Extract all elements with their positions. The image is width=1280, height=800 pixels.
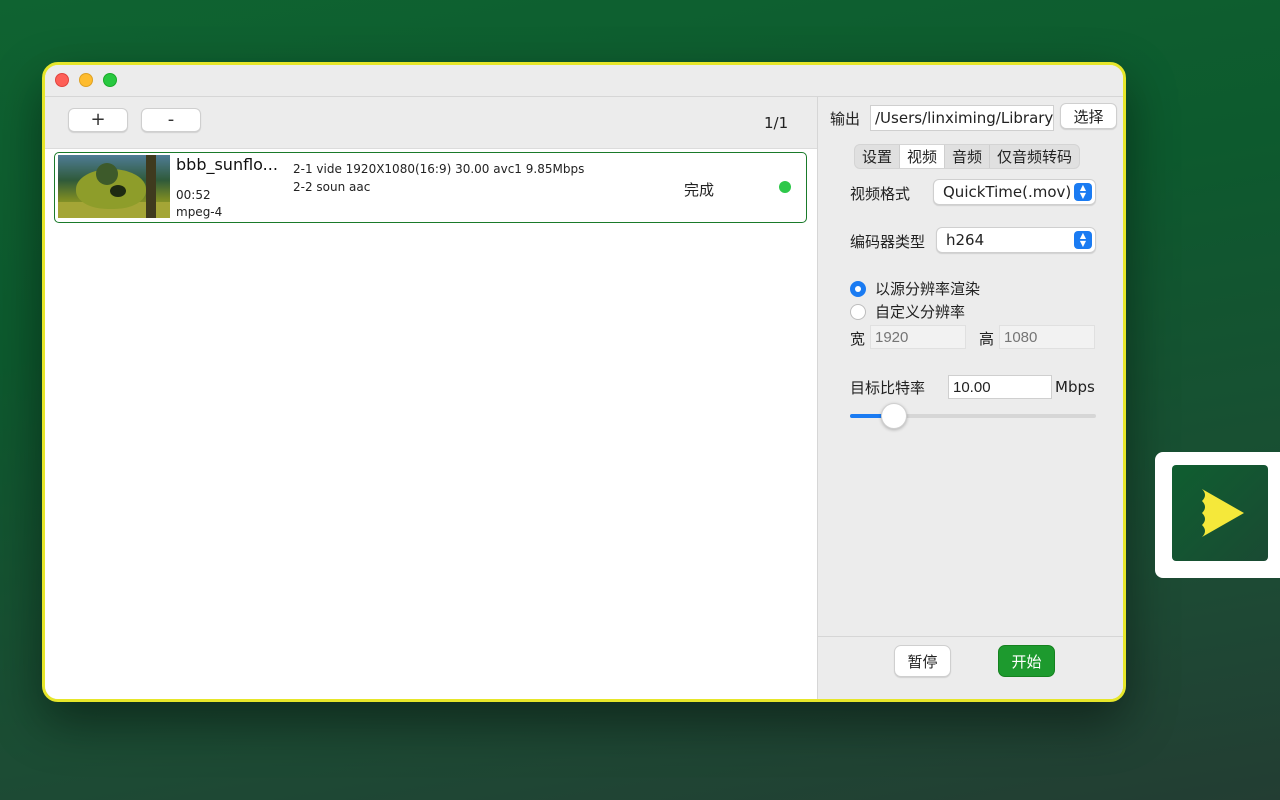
radio-source-resolution[interactable]: 以源分辨率渲染 <box>850 278 980 299</box>
video-thumbnail <box>58 155 170 218</box>
file-name: bbb_sunflo... <box>176 155 278 174</box>
width-label: 宽 <box>850 330 866 348</box>
video-format-select[interactable]: QuickTime(.mov) ▲ ▼ <box>933 179 1096 205</box>
tab-video[interactable]: 视频 <box>900 145 946 168</box>
pause-button[interactable]: 暂停 <box>894 645 951 677</box>
bitrate-unit: Mbps <box>1055 378 1095 396</box>
encoder-type-label: 编码器类型 <box>850 233 926 251</box>
close-window-button[interactable] <box>55 73 69 87</box>
output-path-field[interactable]: /Users/linximing/Library/C <box>870 105 1054 131</box>
choose-output-button[interactable]: 选择 <box>1060 103 1117 129</box>
app-icon[interactable] <box>1172 465 1268 561</box>
file-status: 完成 <box>684 181 715 199</box>
play-icon <box>1202 489 1244 537</box>
radio-button-selected[interactable] <box>850 280 866 297</box>
settings-pane: 输出 /Users/linximing/Library/C 选择 设置 视频 音… <box>817 97 1123 699</box>
zoom-window-button[interactable] <box>103 73 117 87</box>
tab-audio[interactable]: 音频 <box>945 145 991 168</box>
target-bitrate-label: 目标比特率 <box>850 379 926 397</box>
radio-custom-resolution[interactable]: 自定义分辨率 <box>850 301 965 322</box>
height-input[interactable] <box>999 325 1095 349</box>
stream-info-audio: 2-2 soun aac <box>293 180 371 194</box>
remove-file-button[interactable]: - <box>141 108 201 132</box>
file-list-pane: + - 1/1 bbb_sunflo... 00:52 mpeg-4 2-1 v… <box>45 97 817 699</box>
chevron-updown-icon: ▲ ▼ <box>1074 183 1092 201</box>
status-indicator-dot <box>779 181 791 193</box>
minimize-window-button[interactable] <box>79 73 93 87</box>
start-button[interactable]: 开始 <box>998 645 1055 677</box>
tab-settings[interactable]: 设置 <box>855 145 901 168</box>
output-label: 输出 <box>830 110 861 128</box>
radio-source-resolution-label: 以源分辨率渲染 <box>875 280 981 298</box>
file-format: mpeg-4 <box>176 205 223 219</box>
tab-audio-only[interactable]: 仅音频转码 <box>990 145 1079 168</box>
page-count: 1/1 <box>764 114 789 132</box>
file-duration: 00:52 <box>176 188 211 202</box>
target-bitrate-input[interactable] <box>948 375 1052 399</box>
width-input[interactable] <box>870 325 966 349</box>
file-list-item[interactable]: bbb_sunflo... 00:52 mpeg-4 2-1 vide 1920… <box>54 152 807 223</box>
chevron-updown-icon: ▲ ▼ <box>1074 231 1092 249</box>
bitrate-slider-fill <box>850 414 885 418</box>
video-format-value: QuickTime(.mov) <box>943 183 1072 201</box>
file-list-toolbar: + - 1/1 <box>45 97 817 149</box>
video-format-label: 视频格式 <box>850 185 911 203</box>
add-file-button[interactable]: + <box>68 108 128 132</box>
app-icon-card <box>1155 452 1280 578</box>
app-window: + - 1/1 bbb_sunflo... 00:52 mpeg-4 2-1 v… <box>42 62 1126 702</box>
stream-info-video: 2-1 vide 1920X1080(16:9) 30.00 avc1 9.85… <box>293 162 585 176</box>
title-bar <box>45 65 1123 97</box>
settings-tabs: 设置 视频 音频 仅音频转码 <box>854 144 1081 169</box>
bitrate-slider-thumb[interactable] <box>881 403 908 429</box>
radio-custom-resolution-label: 自定义分辨率 <box>875 303 966 321</box>
radio-button[interactable] <box>850 303 866 320</box>
encoder-type-select[interactable]: h264 ▲ ▼ <box>936 227 1096 253</box>
height-label: 高 <box>979 330 995 348</box>
encoder-type-value: h264 <box>946 231 985 249</box>
action-bar: 暂停 开始 <box>818 636 1123 699</box>
